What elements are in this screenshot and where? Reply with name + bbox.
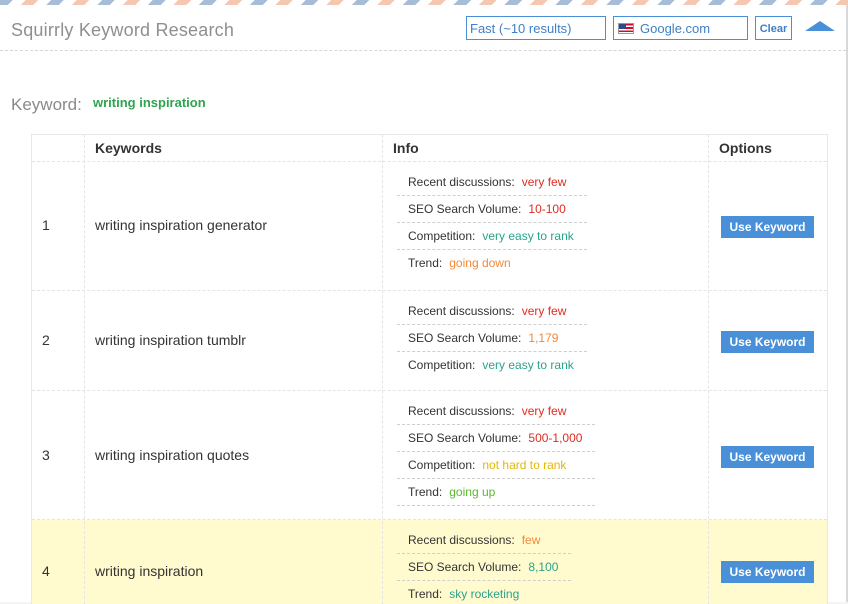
- column-divider: [708, 135, 709, 604]
- column-header-info: Info: [393, 140, 419, 156]
- column-header-options: Options: [719, 140, 772, 156]
- info-search-volume: SEO Search Volume: 500-1,000: [397, 425, 595, 452]
- row-number: 2: [42, 332, 50, 348]
- row-info: Recent discussions: very few SEO Search V…: [397, 398, 595, 506]
- keywords-table: Keywords Info Options 1 writing inspirat…: [31, 134, 828, 604]
- search-engine-select[interactable]: Google.com: [613, 16, 748, 40]
- row-keyword: writing inspiration tumblr: [95, 332, 246, 348]
- row-info: Recent discussions: few SEO Search Volume…: [397, 527, 571, 604]
- info-competition: Competition: very easy to rank: [408, 358, 574, 372]
- app-title: Squirrly Keyword Research: [11, 20, 235, 40]
- use-keyword-button[interactable]: Use Keyword: [721, 331, 814, 353]
- row-number: 3: [42, 447, 50, 463]
- info-search-volume: SEO Search Volume: 1,179: [397, 325, 587, 352]
- panel-header: Squirrly Keyword Research Fast (~10 resu…: [0, 5, 846, 51]
- info-trend: Trend: going down: [408, 256, 511, 270]
- info-discussions: Recent discussions: very few: [397, 169, 587, 196]
- info-search-volume: SEO Search Volume: 10-100: [397, 196, 587, 223]
- info-discussions: Recent discussions: very few: [397, 298, 587, 325]
- column-divider: [84, 135, 85, 604]
- column-header-keywords: Keywords: [95, 140, 162, 156]
- info-trend: Trend: going up: [397, 479, 595, 506]
- collapse-arrow-icon[interactable]: [805, 21, 835, 31]
- keyword-label: Keyword:: [11, 95, 82, 114]
- row-keyword: writing inspiration: [95, 563, 204, 579]
- column-divider: [382, 135, 383, 604]
- info-search-volume: SEO Search Volume: 8,100: [397, 554, 571, 581]
- row-info: Recent discussions: very few SEO Search V…: [397, 169, 587, 277]
- use-keyword-button[interactable]: Use Keyword: [721, 561, 814, 583]
- row-keyword: writing inspiration quotes: [95, 447, 250, 463]
- keyword-value: writing inspiration: [93, 95, 206, 110]
- row-keyword: writing inspiration generator: [95, 217, 267, 233]
- use-keyword-button[interactable]: Use Keyword: [721, 446, 814, 468]
- speed-select[interactable]: Fast (~10 results): [466, 16, 606, 40]
- us-flag-icon: [618, 23, 634, 34]
- row-number: 1: [42, 217, 50, 233]
- row-info: Recent discussions: very few SEO Search V…: [397, 298, 587, 379]
- keyword-research-panel: Squirrly Keyword Research Fast (~10 resu…: [0, 0, 848, 604]
- info-discussions: Recent discussions: few: [397, 527, 571, 554]
- clear-button[interactable]: Clear: [755, 16, 792, 40]
- info-competition: Competition: very easy to rank: [397, 223, 587, 250]
- info-competition: Competition: not hard to rank: [397, 452, 595, 479]
- row-number: 4: [42, 563, 50, 579]
- info-trend: Trend: sky rocketing: [408, 587, 520, 601]
- use-keyword-button[interactable]: Use Keyword: [721, 216, 814, 238]
- info-discussions: Recent discussions: very few: [397, 398, 595, 425]
- search-engine-value: Google.com: [640, 21, 711, 36]
